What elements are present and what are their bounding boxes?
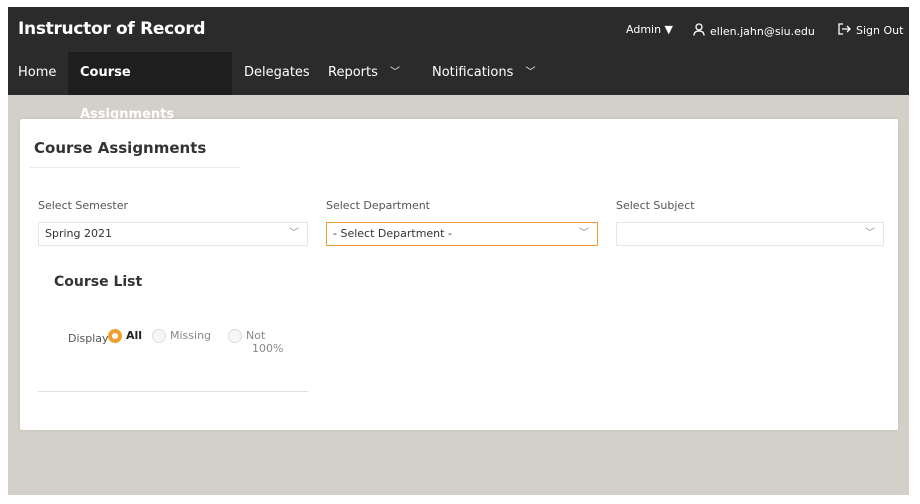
- app-frame: Instructor of Record Admin ▼ ellen.jahn@…: [8, 7, 909, 495]
- nav-notifications-label: Notifications: [432, 65, 514, 80]
- filter-missing-radio[interactable]: Missing: [152, 329, 211, 343]
- course-list-title: Course List: [54, 274, 143, 290]
- filter-not-100-line1: Not: [246, 329, 266, 342]
- user-account-link[interactable]: ellen.jahn@siu.edu: [693, 23, 815, 39]
- subject-select[interactable]: ﹀: [616, 222, 884, 246]
- sign-out-button[interactable]: Sign Out: [838, 23, 903, 38]
- filter-all-radio[interactable]: All: [108, 329, 142, 343]
- radio-selected-icon: [108, 329, 122, 343]
- department-select[interactable]: - Select Department - ﹀: [326, 222, 598, 246]
- semester-label: Select Semester: [38, 199, 128, 212]
- nav-home-label: Home: [18, 65, 57, 80]
- chevron-down-icon: ﹀: [525, 67, 536, 78]
- chevron-down-icon: ﹀: [289, 228, 299, 239]
- admin-menu[interactable]: Admin ▼: [626, 23, 673, 36]
- nav-reports[interactable]: Reports ﹀: [320, 52, 408, 95]
- chevron-down-icon: ﹀: [390, 67, 401, 78]
- course-list-panel: Course List Display All Missing Not 100%: [38, 254, 308, 390]
- radio-unselected-icon: [152, 329, 166, 343]
- admin-menu-label: Admin ▼: [626, 23, 674, 36]
- sign-out-label: Sign Out: [856, 24, 904, 37]
- course-assignments-card: Course Assignments Select Semester Sprin…: [20, 119, 898, 430]
- main-nav: Home Course Assignments Delegates Report…: [8, 52, 909, 122]
- app-title: Instructor of Record: [18, 19, 206, 39]
- subject-label: Select Subject: [616, 199, 695, 212]
- nav-home[interactable]: Home: [10, 52, 64, 95]
- filter-missing-label: Missing: [170, 329, 212, 342]
- user-icon: [693, 23, 705, 39]
- nav-delegates-label: Delegates: [244, 65, 310, 80]
- nav-course-assignments[interactable]: Course Assignments: [68, 52, 232, 122]
- radio-unselected-icon: [228, 329, 242, 343]
- nav-notifications[interactable]: Notifications ﹀: [424, 52, 544, 95]
- nav-course-assignments-label: Course Assignments: [80, 65, 175, 122]
- user-email: ellen.jahn@siu.edu: [710, 24, 815, 38]
- course-list-divider: [38, 391, 308, 392]
- department-select-value: - Select Department -: [333, 227, 452, 240]
- filter-not-100-label: Not 100%: [246, 329, 283, 355]
- sign-out-icon: [838, 23, 851, 38]
- filter-not-100-radio[interactable]: Not 100%: [228, 329, 283, 355]
- nav-reports-label: Reports: [328, 65, 378, 80]
- nav-delegates[interactable]: Delegates: [236, 52, 318, 95]
- filter-not-100-line2: 100%: [252, 342, 284, 355]
- filter-all-label: All: [126, 329, 143, 342]
- display-filter-label: Display: [68, 332, 109, 345]
- semester-select-value: Spring 2021: [45, 227, 112, 240]
- page-title: Course Assignments: [34, 139, 207, 157]
- semester-select[interactable]: Spring 2021 ﹀: [38, 222, 308, 246]
- chevron-down-icon: ﹀: [865, 228, 875, 239]
- department-label: Select Department: [326, 199, 430, 212]
- top-header: Instructor of Record Admin ▼ ellen.jahn@…: [8, 7, 909, 52]
- chevron-down-icon: ﹀: [579, 228, 589, 239]
- title-divider: [30, 167, 240, 168]
